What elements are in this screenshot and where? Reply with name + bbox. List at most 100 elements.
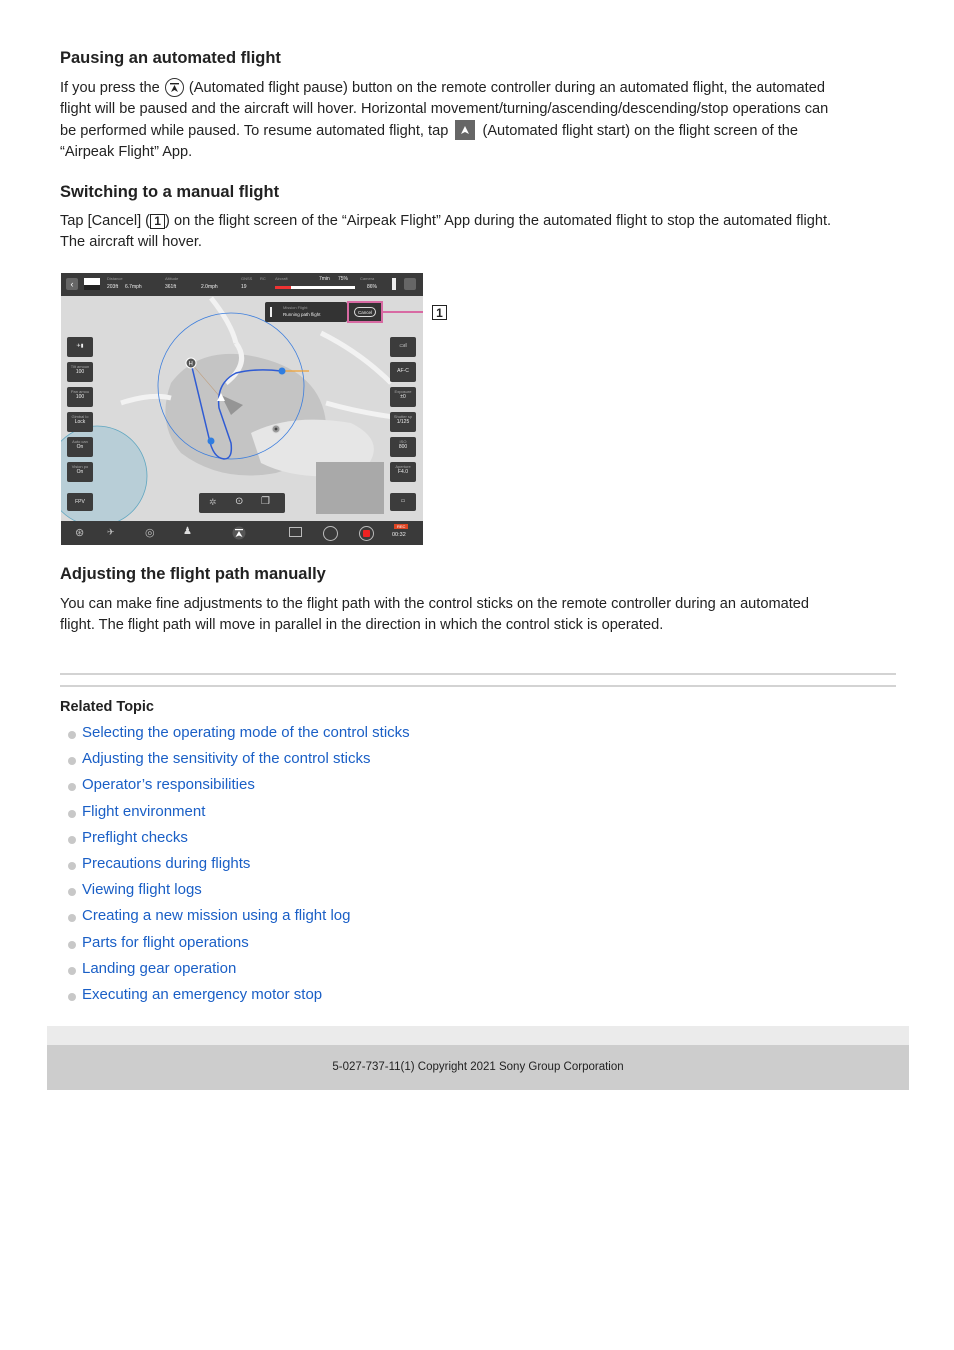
mission-flight-icon[interactable]: ♟ [183,526,192,537]
list-item: Flight environment [66,801,410,827]
text: You can make fine adjustments to the fli… [60,596,810,612]
aspect-ratio-icon[interactable] [289,527,302,537]
related-topic-heading: Related Topic [60,699,154,715]
home-point-label: H [189,362,193,368]
auto-cancel-button[interactable]: Auto can On [67,437,93,457]
mission-status-panel: Mission Flight Running path flight [265,302,347,322]
related-link[interactable]: Precautions during flights [82,855,250,872]
automated-flight-start-icon [455,120,476,140]
related-link[interactable]: Operator’s responsibilities [82,776,255,793]
pan-amount-button[interactable]: Pan amou 100 [67,387,93,407]
aperture-button[interactable]: Aperture F4.0 [390,462,416,482]
record-button[interactable] [359,526,374,541]
altitude-value: 361ft [165,284,177,290]
paragraph-pausing: If you press the (Automated flight pause… [60,78,900,163]
callout-line [383,311,423,313]
loading-icon[interactable]: ✲ [209,497,217,508]
distance-value: 203ft [107,284,119,290]
list-item: Landing gear operation [66,958,410,984]
rec-time: 00:32 [392,532,406,538]
flight-screen-screenshot: H ‹ Distance 203ft 6.7mph Altitude 361ft… [61,273,423,545]
rc-label: RC [260,276,266,281]
bullet-icon [68,861,76,870]
mission-label: Mission Flight [283,305,308,310]
aircraft-label: Aircraft [275,276,288,281]
bullet-icon [68,992,76,1001]
waypoint-marker[interactable] [278,367,286,375]
camera-mode-button[interactable]: ▭ıl [390,337,416,357]
text: (Automated flight start) on the flight s… [482,123,799,139]
related-link[interactable]: Flight environment [82,803,205,820]
bullet-icon [68,966,76,975]
map-tools: ✲ ⊙ ❐ [199,493,285,513]
auto-focus-icon[interactable] [323,526,338,541]
bullet-icon [68,731,76,739]
bullet-icon [68,809,76,818]
list-item: Preflight checks [66,827,410,853]
back-button[interactable]: ‹ [66,278,78,290]
controller-position-dot [274,427,278,431]
waypoint-marker[interactable] [207,437,215,445]
list-item: Parts for flight operations [66,932,410,958]
flight-time: 7min [319,276,330,282]
list-item: Creating a new mission using a flight lo… [66,905,410,931]
copyright-text: 5-027-737-11(1) Copyright 2021 Sony Grou… [332,1061,624,1073]
text: Tap [Cancel] ( [60,213,151,229]
vertical-speed: 2.0mph [201,284,218,290]
related-link[interactable]: Landing gear operation [82,960,236,977]
related-topic-list: Selecting the operating mode of the cont… [66,722,410,1010]
bullet-icon [68,914,76,923]
bullet-icon [68,757,76,766]
menu-icon[interactable] [404,278,416,290]
focus-mode-button[interactable]: AF-C [390,362,416,382]
related-link[interactable]: Viewing flight logs [82,881,202,898]
list-item: Precautions during flights [66,853,410,879]
gimbal-lock-button[interactable]: Gimbal lo Lock [67,412,93,432]
bottom-control-bar: ⊛ ✈ ◎ ♟ REC 00:32 [61,521,423,545]
automated-flight-pause-button[interactable] [232,526,246,540]
paragraph-switching: Tap [Cancel] (1) on the flight screen of… [60,211,900,253]
text: ) on the flight screen of the “Airpeak F… [165,213,832,229]
takeoff-icon[interactable]: ✈ [107,527,115,538]
text: be performed while paused. To resume aut… [60,123,449,139]
fpv-button[interactable]: FPV [67,493,93,511]
locate-icon[interactable]: ⊙ [235,496,243,507]
cancel-button[interactable]: Cancel [354,307,376,317]
text: flight. The flight path will move in par… [60,617,664,633]
list-item: Executing an emergency motor stop [66,984,410,1010]
picture-in-picture-button[interactable]: ▭ [390,493,416,511]
flight-mode-badge [84,278,100,290]
camera-battery: 86% [367,284,378,290]
status-bar: ‹ Distance 203ft 6.7mph Altitude 361ft 2… [61,273,423,296]
landing-icon[interactable]: ◎ [145,526,155,539]
aircraft-status-button[interactable]: ✈▮ [67,337,93,357]
gnss-value: 19 [241,284,247,290]
horizontal-speed: 6.7mph [125,284,142,290]
camera-preview[interactable] [316,462,384,514]
related-link[interactable]: Adjusting the sensitivity of the control… [82,750,370,767]
layers-icon[interactable]: ❐ [261,496,270,507]
rec-badge: REC [394,524,409,529]
camera-label: Camera [360,276,375,281]
heading-switching: Switching to a manual flight [60,183,280,201]
text: “Airpeak Flight” App. [60,144,193,160]
iso-button[interactable]: ISO 800 [390,437,416,457]
tilt-amount-button[interactable]: Tilt amoun 100 [67,362,93,382]
vision-positioning-button[interactable]: Vision po On [67,462,93,482]
related-link[interactable]: Parts for flight operations [82,934,249,951]
related-link[interactable]: Preflight checks [82,829,188,846]
callout-label: 1 [432,305,447,320]
cancel-highlight: Cancel [347,301,383,323]
shutter-speed-button[interactable]: Shutter sp 1/125 [390,412,416,432]
related-link[interactable]: Executing an emergency motor stop [82,986,322,1003]
return-home-icon[interactable]: ⊛ [75,526,84,539]
exposure-button[interactable]: Exposure ±0 [390,387,416,407]
mission-icon [270,307,272,317]
controller-battery-icon [392,278,396,290]
paragraph-adjusting: You can make fine adjustments to the fli… [60,594,900,636]
text: If you press the [60,80,160,96]
text: flight will be paused and the aircraft w… [60,101,829,117]
related-link[interactable]: Creating a new mission using a flight lo… [82,907,350,924]
related-link[interactable]: Selecting the operating mode of the cont… [82,724,410,741]
heading-adjusting: Adjusting the flight path manually [60,565,326,583]
